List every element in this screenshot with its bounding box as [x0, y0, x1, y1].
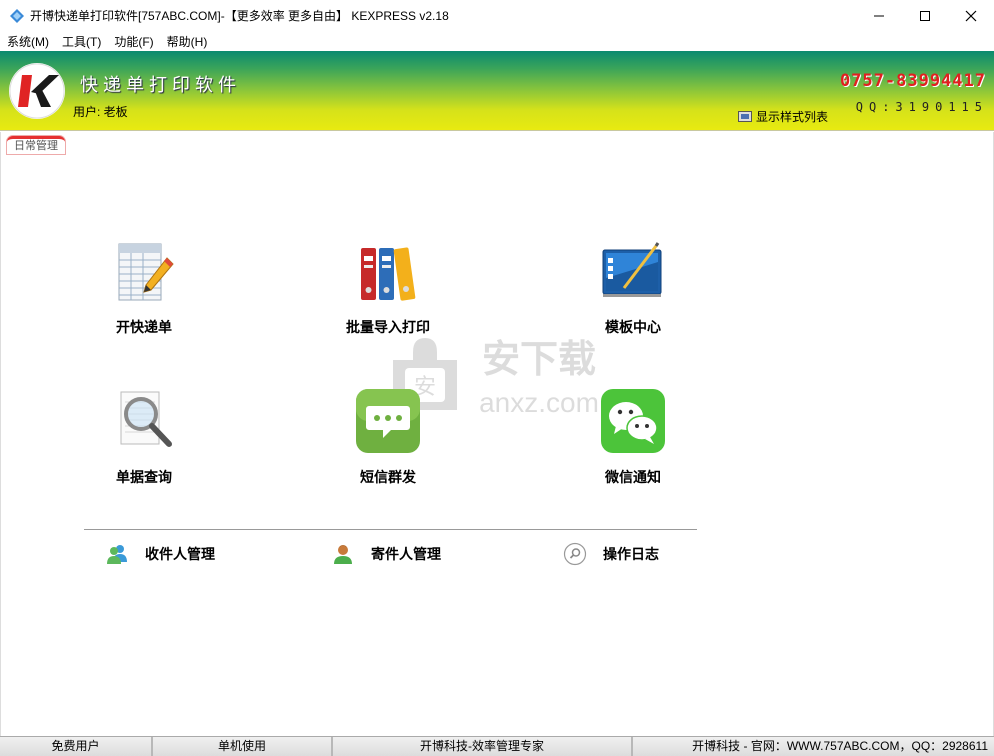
menu-tools[interactable]: 工具(T): [62, 33, 101, 50]
tile-label: 开快递单: [116, 319, 172, 335]
minimize-button[interactable]: [856, 0, 902, 31]
tile-label: 微信通知: [605, 469, 661, 485]
status-company: 开博科技-效率管理专家: [333, 737, 633, 756]
sender-management-link[interactable]: 寄件人管理: [331, 542, 441, 566]
close-button[interactable]: [948, 0, 994, 31]
style-list-toggle[interactable]: 显示样式列表: [738, 108, 828, 125]
wechat-icon: [601, 389, 665, 453]
magnifier-document-icon: [120, 391, 172, 447]
watermark-text-cn: 安下载: [482, 337, 596, 381]
tile-document-query[interactable]: 单据查询: [104, 388, 184, 487]
style-list-label: 显示样式列表: [756, 110, 829, 124]
tile-label: 模板中心: [605, 319, 661, 335]
list-view-icon: [738, 111, 752, 122]
window-title: 开博快递单打印软件[757ABC.COM]-【更多效率 更多自由】 KEXPRE…: [30, 9, 449, 23]
tile-template-center[interactable]: 模板中心: [593, 238, 673, 337]
app-logo: [9, 63, 65, 119]
minimize-icon: [874, 15, 884, 16]
app-icon: [10, 8, 24, 23]
section-divider: [84, 529, 697, 530]
tile-wechat-notification[interactable]: 微信通知: [593, 388, 673, 487]
k-logo-icon: [9, 63, 65, 119]
header-banner: 快递单打印软件 用户: 老板 0757-83994417 QQ:3190115 …: [0, 51, 994, 131]
maximize-icon: [920, 10, 930, 21]
phone-number: 0757-83994417: [839, 71, 986, 91]
tile-sms-broadcast[interactable]: 短信群发: [348, 388, 428, 487]
title-bar: 开博快递单打印软件[757ABC.COM]-【更多效率 更多自由】 KEXPRE…: [0, 0, 994, 31]
user-label: 用户: 老板: [73, 105, 128, 119]
link-label: 寄件人管理: [371, 546, 441, 562]
menu-functions[interactable]: 功能(F): [114, 33, 153, 50]
main-panel: 日常管理 安 安下载 anxz.com 开快递单 批量导入打印 模板中心 单据查…: [0, 132, 994, 736]
tile-batch-import-print[interactable]: 批量导入打印: [336, 238, 440, 337]
users-icon: [107, 545, 127, 564]
tile-label: 批量导入打印: [346, 319, 430, 335]
menu-system[interactable]: 系统(M): [7, 33, 49, 50]
maximize-button[interactable]: [902, 0, 948, 31]
qq-number: QQ:3190115: [855, 100, 988, 114]
operation-log-link[interactable]: 操作日志: [563, 542, 659, 566]
app-name: 快递单打印软件: [80, 75, 241, 95]
watermark-text-en: anxz.com: [479, 387, 599, 418]
menu-bar: 系统(M) 工具(T) 功能(F) 帮助(H): [0, 31, 994, 51]
search-circle-icon: [563, 542, 587, 566]
tile-label: 短信群发: [360, 469, 416, 485]
close-icon: [965, 10, 977, 21]
menu-help[interactable]: 帮助(H): [167, 33, 208, 50]
tile-label: 单据查询: [116, 469, 172, 485]
status-bar: 免费用户 单机使用 开博科技-效率管理专家 开博科技 - 官网：WWW.757A…: [0, 736, 994, 756]
sms-icon: [356, 389, 420, 453]
binders-icon: [361, 247, 416, 301]
status-website: 开博科技 - 官网：WWW.757ABC.COM，QQ：2928611: [692, 739, 988, 753]
recipient-management-link[interactable]: 收件人管理: [105, 542, 215, 566]
status-mode: 单机使用: [153, 737, 333, 756]
link-label: 操作日志: [603, 546, 659, 562]
spreadsheet-pencil-icon: [118, 243, 174, 301]
tab-daily-management[interactable]: 日常管理: [7, 136, 65, 154]
link-label: 收件人管理: [145, 546, 215, 562]
template-board-icon: [602, 242, 662, 297]
tile-new-waybill[interactable]: 开快递单: [104, 238, 184, 337]
status-license: 免费用户: [0, 737, 153, 756]
user-icon: [334, 545, 352, 564]
